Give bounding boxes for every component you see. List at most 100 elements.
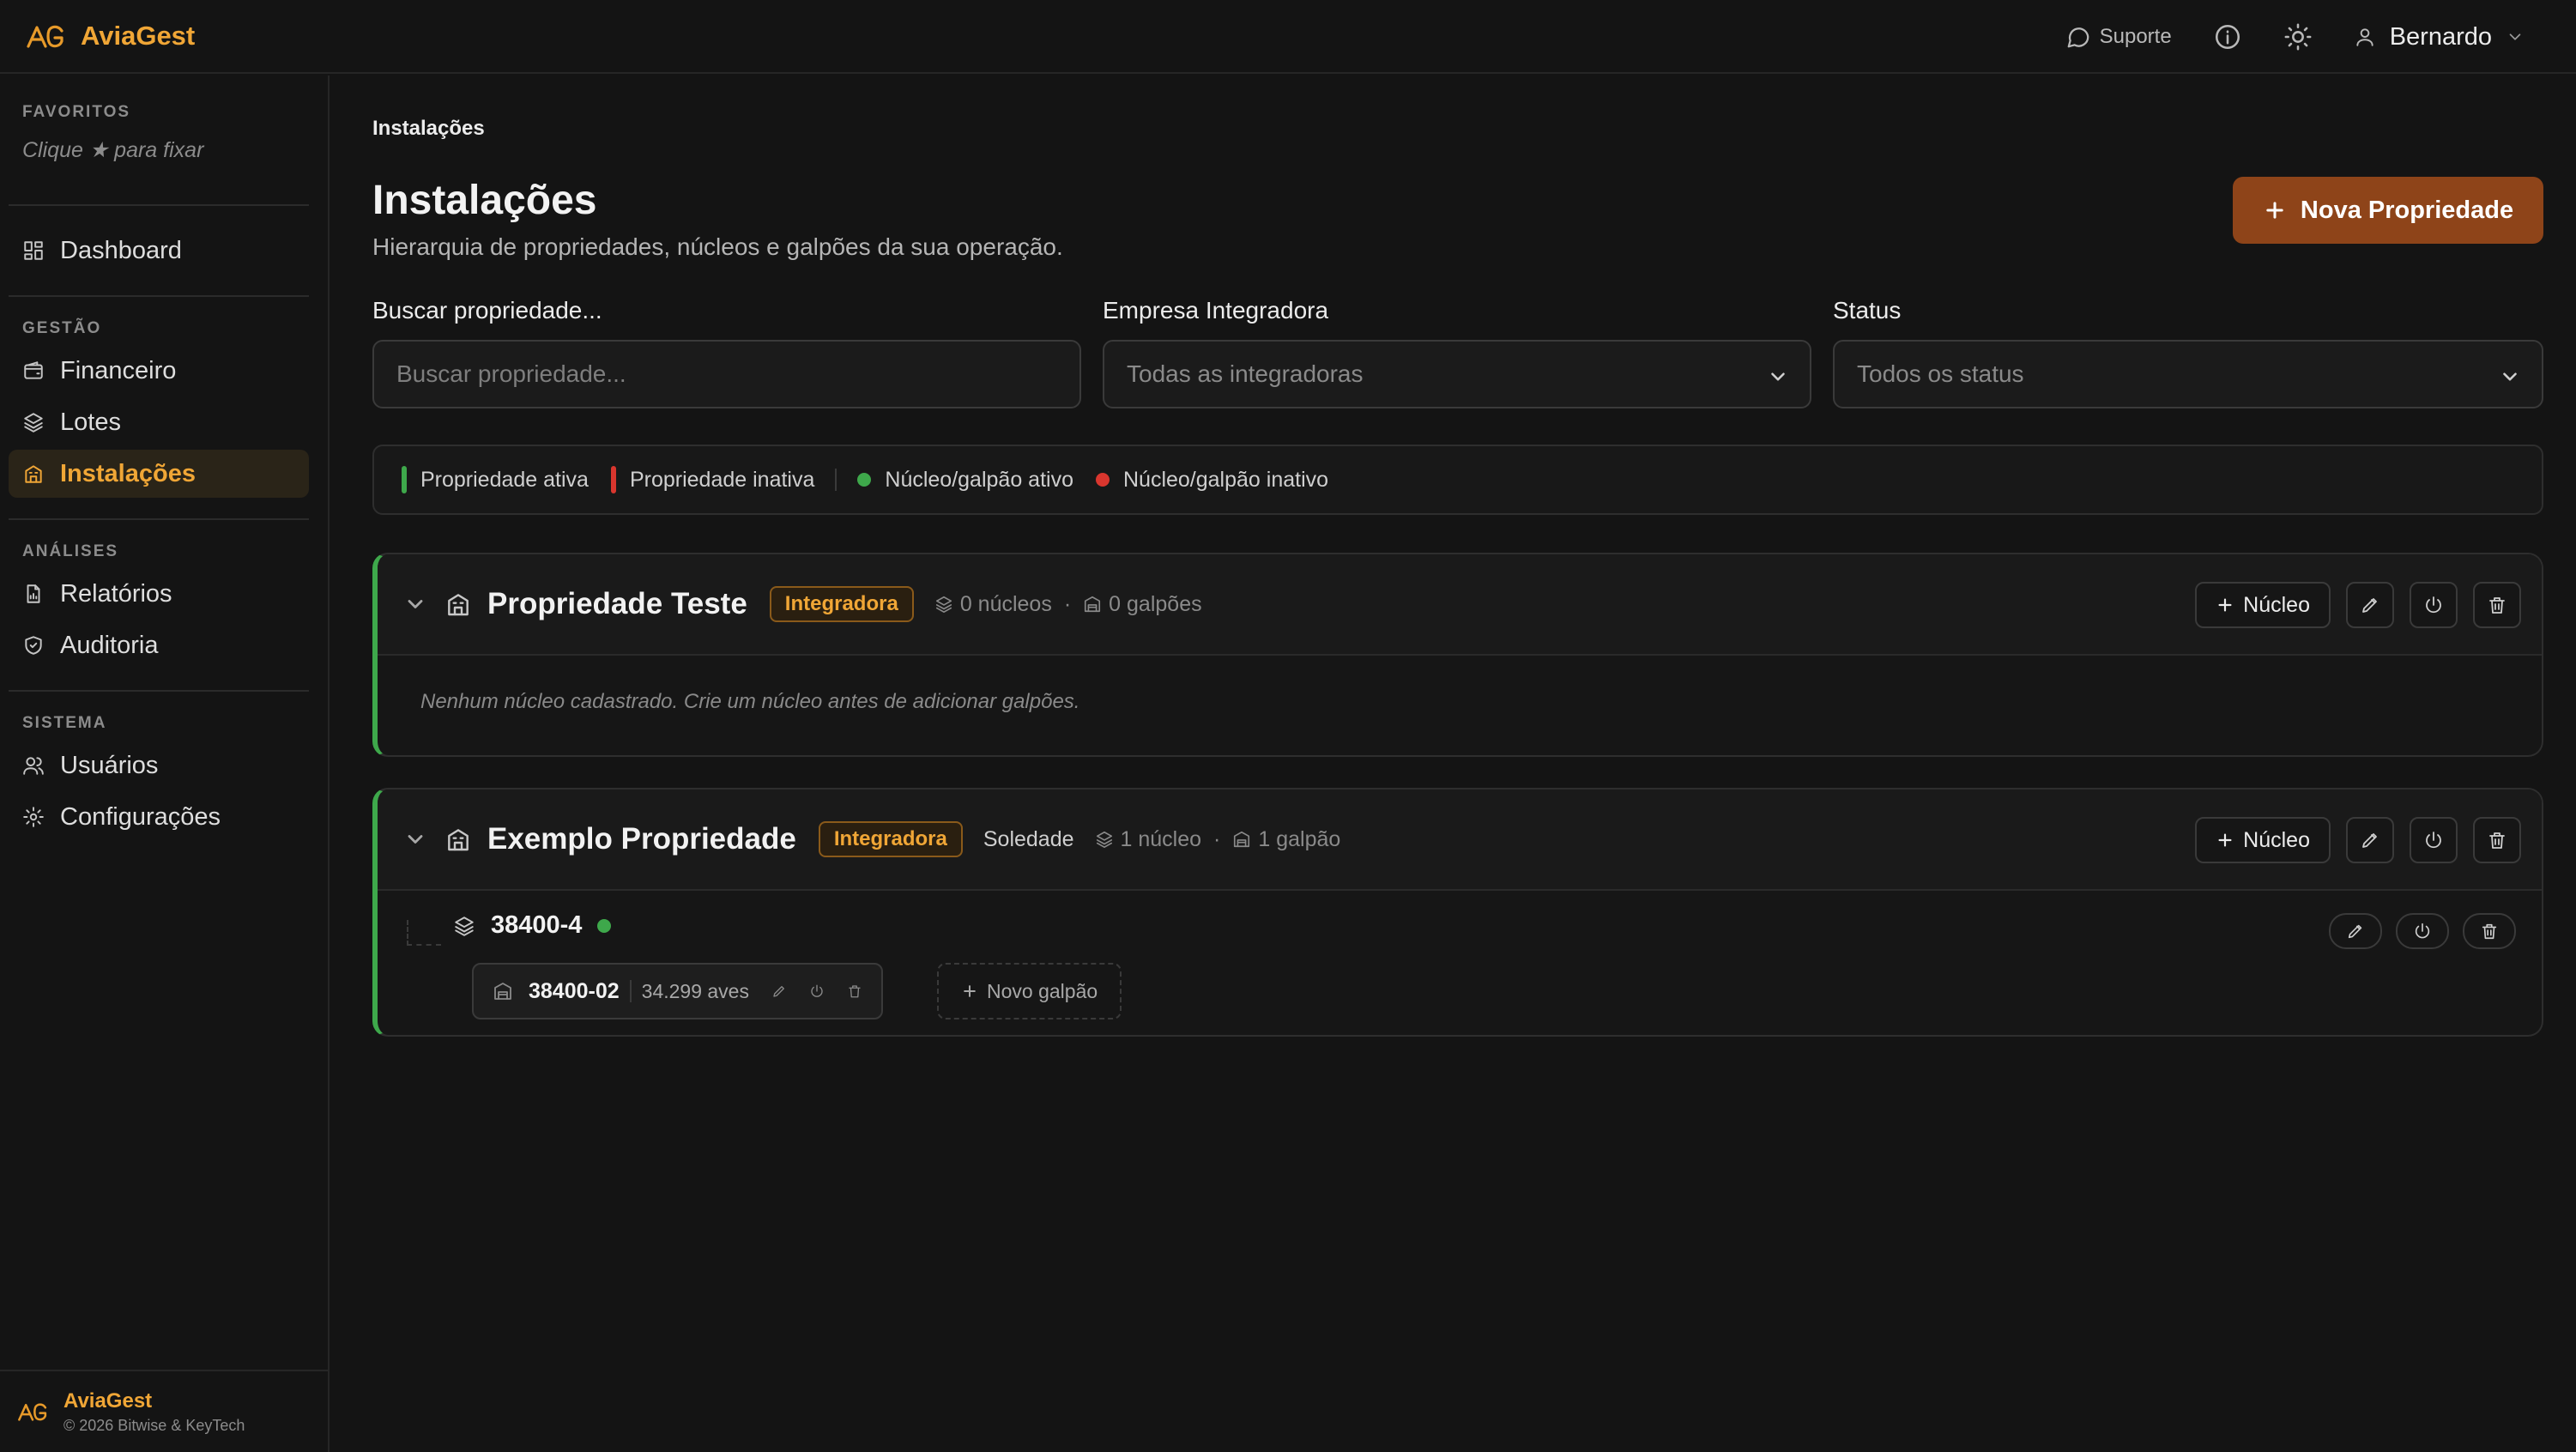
trash-icon: [2487, 595, 2507, 615]
property-card-header[interactable]: Exemplo Propriedade Integradora Soledade…: [378, 790, 2542, 891]
sidebar: FAVORITOS Clique ★ para fixar Dashboard …: [0, 76, 330, 1452]
theme-toggle-button[interactable]: [2283, 22, 2313, 51]
users-icon: [22, 754, 60, 777]
sidebar-divider: [9, 690, 309, 692]
breadcrumb[interactable]: Instalações: [372, 117, 485, 141]
empty-nucleos-message: Nenhum núcleo cadastrado. Crie um núcleo…: [420, 690, 1080, 713]
favorites-hint: Clique ★ para fixar: [22, 138, 204, 162]
info-button[interactable]: [2213, 22, 2242, 51]
galpoes-count: 1 galpão: [1258, 826, 1341, 851]
sidebar-item-label: Dashboard: [60, 236, 182, 264]
sidebar-item-auditoria[interactable]: Auditoria: [9, 621, 309, 669]
layers-icon: [453, 915, 475, 937]
nucleos-count: 0 núcleos: [959, 591, 1052, 616]
delete-nucleo-button[interactable]: [2463, 913, 2516, 949]
delete-property-button[interactable]: [2473, 582, 2521, 628]
support-label: Suporte: [2099, 25, 2172, 48]
galpao-birds-count: 34.299 aves: [641, 979, 749, 1002]
brand[interactable]: AviaGest: [26, 21, 195, 51]
layers-icon: [934, 595, 960, 614]
footer-text: AviaGest © 2026 Bitwise & KeyTech: [63, 1389, 245, 1435]
toggle-property-button[interactable]: [2410, 817, 2458, 863]
sidebar-item-lotes[interactable]: Lotes: [9, 398, 309, 446]
chevron-down-icon: [2506, 27, 2525, 46]
property-name: Exemplo Propriedade: [487, 822, 796, 856]
property-card-header[interactable]: Propriedade Teste Integradora 0 núcleos …: [378, 554, 2542, 656]
sidebar-item-label: Lotes: [60, 408, 121, 436]
chat-bubble-icon: [2065, 24, 2100, 50]
trash-icon: [2480, 922, 2499, 941]
chevron-down-icon[interactable]: [403, 592, 427, 616]
inactive-property-marker: [610, 466, 616, 493]
property-actions: Núcleo: [2195, 817, 2521, 863]
property-card: Exemplo Propriedade Integradora Soledade…: [372, 788, 2543, 1037]
user-menu[interactable]: Bernardo: [2354, 23, 2525, 51]
legend-active-unit: Núcleo/galpão ativo: [885, 467, 1073, 492]
active-property-marker: [402, 466, 407, 493]
edit-galpao-pencil-icon[interactable]: [771, 983, 787, 999]
integradora-badge: Integradora: [769, 586, 914, 622]
file-chart-icon: [22, 583, 60, 605]
nucleo-status-dot: [597, 918, 612, 933]
property-actions: Núcleo: [2195, 582, 2521, 628]
status-select-value: Todos os status: [1857, 360, 2024, 387]
favorites-section-title: FAVORITOS: [22, 103, 131, 121]
tree-connector: [407, 920, 441, 946]
sidebar-item-configuracoes[interactable]: Configurações: [9, 793, 309, 841]
layers-icon: [22, 411, 60, 433]
legend-active-property: Propriedade ativa: [420, 467, 589, 492]
pencil-icon: [2346, 922, 2365, 941]
chevron-down-icon[interactable]: [403, 827, 427, 851]
new-galpao-button[interactable]: Novo galpão: [937, 963, 1122, 1019]
galpao-chip[interactable]: 38400-02 34.299 aves: [472, 963, 883, 1019]
edit-nucleo-button[interactable]: [2329, 913, 2382, 949]
warehouse-icon: [1083, 595, 1109, 614]
sidebar-item-usuarios[interactable]: Usuários: [9, 741, 309, 790]
add-nucleo-button[interactable]: Núcleo: [2195, 817, 2331, 863]
analises-section-title: ANÁLISES: [22, 542, 119, 560]
top-bar: AviaGest Suporte Bernardo: [0, 0, 2576, 74]
sidebar-item-label: Relatórios: [60, 579, 172, 608]
toggle-property-button[interactable]: [2410, 582, 2458, 628]
footer-brand-name: AviaGest: [63, 1388, 153, 1413]
page-title: Instalações: [372, 178, 597, 223]
footer-copyright: © 2026 Bitwise & KeyTech: [63, 1416, 245, 1434]
warehouse-icon: [1232, 830, 1258, 849]
gear-icon: [22, 806, 60, 828]
edit-property-button[interactable]: [2346, 582, 2394, 628]
top-actions: Suporte Bernardo: [2024, 0, 2525, 74]
warehouse-icon: [493, 981, 513, 1001]
property-meta: 1 núcleo · 1 galpão: [1095, 826, 1341, 852]
sidebar-item-dashboard[interactable]: Dashboard: [9, 227, 309, 275]
pencil-icon: [2360, 830, 2380, 850]
sidebar-item-instalacoes[interactable]: Instalações: [9, 450, 309, 498]
toggle-galpao-power-icon[interactable]: [809, 983, 825, 999]
sidebar-item-financeiro[interactable]: Financeiro: [9, 347, 309, 395]
power-icon: [2423, 595, 2444, 615]
property-name: Propriedade Teste: [487, 587, 747, 620]
company-select-value: Todas as integradoras: [1127, 360, 1364, 387]
plus-icon: [961, 983, 987, 1000]
support-link[interactable]: Suporte: [2065, 24, 2172, 50]
toggle-nucleo-button[interactable]: [2396, 913, 2449, 949]
building-icon: [22, 463, 60, 485]
delete-galpao-trash-icon[interactable]: [847, 983, 862, 999]
plus-icon: [2216, 596, 2243, 614]
status-select[interactable]: Todos os status: [1833, 340, 2543, 408]
wallet-icon: [22, 360, 60, 382]
info-icon: [2213, 22, 2242, 51]
sistema-section-title: SISTEMA: [22, 714, 107, 732]
add-nucleo-button[interactable]: Núcleo: [2195, 582, 2331, 628]
search-input[interactable]: [372, 340, 1081, 408]
trash-icon: [2487, 830, 2507, 850]
company-select[interactable]: Todas as integradoras: [1103, 340, 1811, 408]
edit-property-button[interactable]: [2346, 817, 2394, 863]
nucleo-actions: [2315, 913, 2516, 949]
user-name: Bernardo: [2389, 22, 2492, 51]
sidebar-item-relatorios[interactable]: Relatórios: [9, 570, 309, 618]
delete-property-button[interactable]: [2473, 817, 2521, 863]
sidebar-divider: [9, 518, 309, 520]
legend-inactive-property: Propriedade inativa: [629, 467, 815, 492]
new-property-button[interactable]: Nova Propriedade: [2233, 177, 2543, 244]
galpao-name: 38400-02: [529, 978, 620, 1003]
